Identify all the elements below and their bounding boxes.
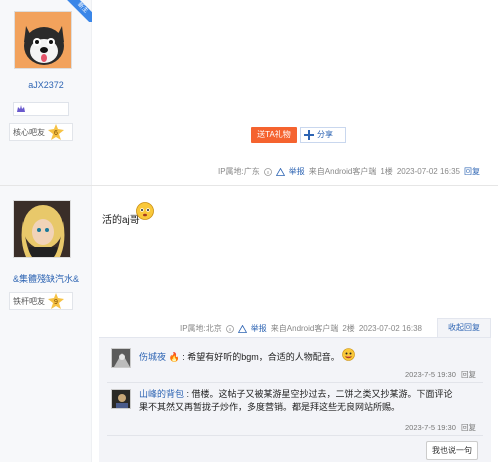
reply-text: : 希望有好听的bgm，合适的人物配音。 [182,352,340,362]
emoji-icon [136,202,154,220]
client-source: 来自Android客户端 [308,167,377,176]
report-link[interactable]: 举报 [289,166,305,177]
ip-location: IP属地:广东 [218,167,260,176]
post-divider [0,185,498,186]
fire-icon: 🔥 [168,352,180,362]
share-button[interactable]: 分享 [300,127,346,143]
user-avatar-icon [112,349,130,367]
ip-location: IP属地:北京 [180,324,222,333]
username[interactable]: aJX2372 [0,80,92,90]
post-time: 2023-07-02 16:38 [358,324,422,333]
warning-icon [275,167,285,176]
thread-page: 新主 aJX2372 核心吧友 6 送TA礼物 分享 IP属地:广东 举报 来自… [0,0,498,462]
username[interactable]: &集體殘缺汽水& [0,272,92,285]
level-label: 铁杆吧友 [13,296,45,306]
reply-avatar[interactable] [111,389,131,409]
report-link[interactable]: 举报 [251,323,267,334]
level-badge[interactable]: 核心吧友 6 [9,123,73,141]
reply-time: 2023-7-5 19:30 [405,370,456,379]
reply-text-line2: 果不其然又再暂拢子炒作，多度营销。都是拜这些无良网站所赐。 [139,402,401,412]
reply-item: 伤城夜 🔥 : 希望有好听的bgm，合适的人物配音。 [139,351,340,364]
plus-icon [304,130,314,140]
reply-meta: 2023-7-5 19:30 回复 [405,369,476,380]
post-meta: IP属地:北京 举报 来自Android客户端 2楼 2023-07-02 16… [180,323,422,334]
share-label: 分享 [317,130,333,139]
user-avatar-icon [112,390,130,408]
info-icon[interactable] [225,324,234,333]
info-icon[interactable] [263,167,272,176]
floor-number: 1楼 [380,167,393,176]
reply-link[interactable]: 回复 [461,423,476,432]
reply-separator [107,435,483,436]
reply-link[interactable]: 回复 [464,166,480,177]
new-badge: 新主 [64,0,92,22]
reply-meta: 2023-7-5 19:30 回复 [405,422,476,433]
reply-avatar[interactable] [111,348,131,368]
emoji-icon [342,348,355,361]
send-gift-button[interactable]: 送TA礼物 [251,127,297,143]
user-avatar[interactable] [13,200,71,258]
reply-time: 2023-7-5 19:30 [405,423,456,432]
svg-text:9: 9 [54,299,58,306]
anime-girl-avatar-icon [14,201,70,257]
level-star-icon: 9 [48,293,64,309]
say-something-button[interactable]: 我也说一句 [426,441,478,460]
reply-link[interactable]: 回复 [461,370,476,379]
level-badge[interactable]: 铁杆吧友 9 [9,292,73,310]
post-content: 活的aj哥 [102,211,140,226]
warning-icon [237,324,247,333]
reply-text-line1: : 借楼。这帖子又被某游星空抄过去，二饼之类又抄某游。下面评论 [186,389,453,399]
client-source: 来自Android客户端 [270,324,339,333]
level-label: 核心吧友 [13,127,45,137]
crown-icon [17,105,25,112]
user-tag-box [13,102,69,116]
floor-number: 2楼 [342,324,355,333]
reply-separator [107,382,483,383]
reply-username[interactable]: 伤城夜 [139,352,166,362]
level-star-icon: 6 [48,124,64,140]
reply-username[interactable]: 山峰的背包 [139,389,184,399]
reply-item: 山峰的背包 : 借楼。这帖子又被某游星空抄过去，二饼之类又抄某游。下面评论 果不… [139,388,485,414]
post-text: 活的aj哥 [102,215,140,226]
reply-list: 伤城夜 🔥 : 希望有好听的bgm，合适的人物配音。 2023-7-5 19:3… [99,337,491,462]
post-meta: IP属地:广东 举报 来自Android客户端 1楼 2023-07-02 16… [218,166,480,177]
svg-text:6: 6 [54,130,58,137]
collapse-replies-tab[interactable]: 收起回复 [437,318,491,337]
post-time: 2023-07-02 16:35 [396,167,460,176]
